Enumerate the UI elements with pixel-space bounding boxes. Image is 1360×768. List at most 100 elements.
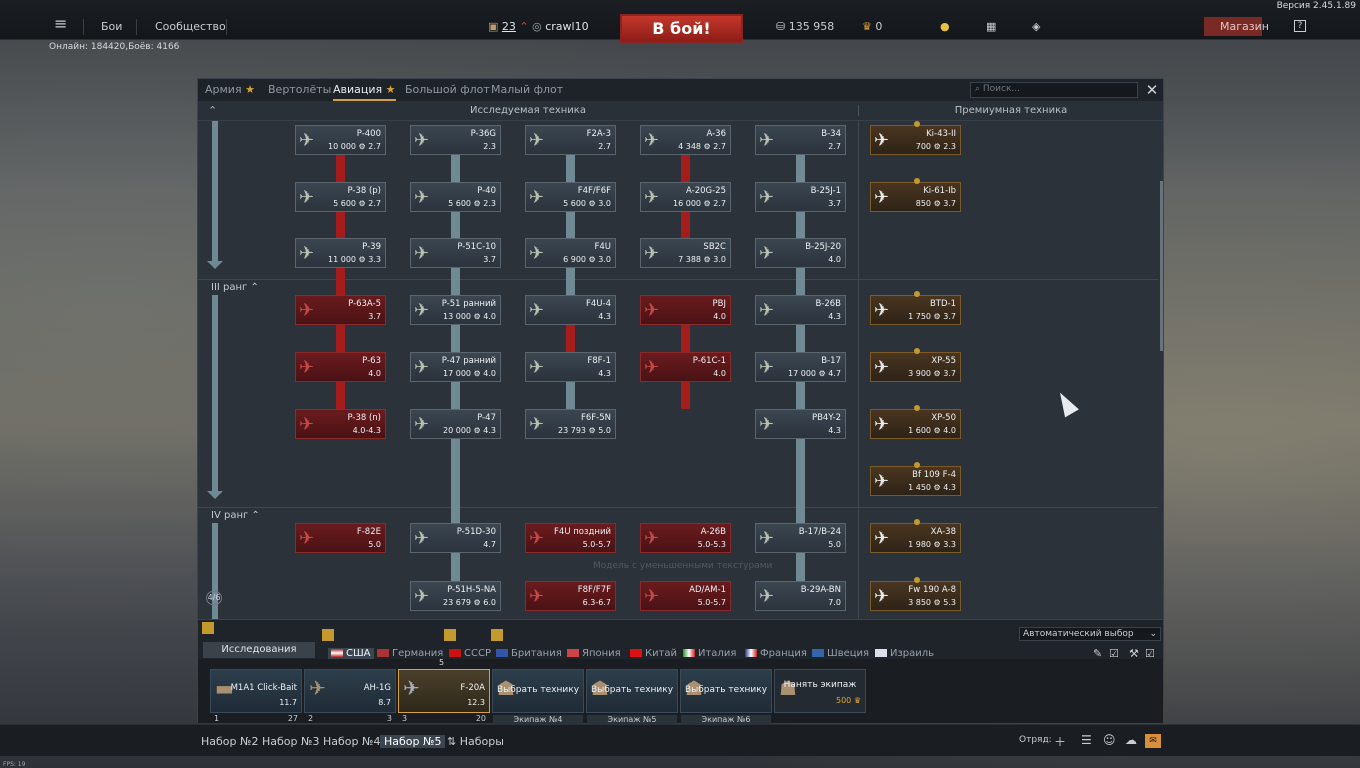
crew-slot-selected[interactable]: 5 ✈ F-20A 12.3 3 20 bbox=[398, 658, 490, 723]
vehicle-card[interactable]: ✈ P-39 11 000 ⚙ 3.3 bbox=[295, 238, 386, 268]
vehicle-card[interactable]: ✈ P-47 ранний 17 000 ⚙ 4.0 bbox=[410, 352, 501, 382]
crew-slot[interactable]: ✈ AH-1G 8.7 2 3 bbox=[304, 669, 396, 723]
close-button[interactable]: ✕ bbox=[1142, 80, 1162, 100]
preset-4[interactable]: Набор №4 bbox=[323, 735, 380, 748]
vehicle-card[interactable]: ✈ B-34 2.7 bbox=[755, 125, 846, 155]
vehicle-card[interactable]: ✈ P-40 5 600 ⚙ 2.3 bbox=[410, 182, 501, 212]
vehicle-card[interactable]: ✈ P-38 (n) 4.0-4.3 bbox=[295, 409, 386, 439]
nation-japan[interactable]: Япония bbox=[567, 648, 621, 659]
nation-sweden[interactable]: Швеция bbox=[812, 648, 869, 659]
vehicle-card[interactable]: ✈ P-51H-5-NA 23 679 ⚙ 6.0 bbox=[410, 581, 501, 611]
vehicle-card[interactable]: ✈ Ki-61-Ib 850 ⚙ 3.7 bbox=[870, 178, 961, 212]
vehicle-card[interactable]: ✈ F2A-3 2.7 bbox=[525, 125, 616, 155]
silver-balance[interactable]: ⛁ 135 958 bbox=[776, 20, 834, 33]
nation-britain[interactable]: Британия bbox=[496, 648, 562, 659]
profile[interactable]: ▣ 23 ⌃ ◎ crawl10 bbox=[488, 20, 589, 33]
nation-ussr[interactable]: СССР bbox=[449, 648, 491, 659]
vehicle-card[interactable]: ✈ P-36G 2.3 bbox=[410, 125, 501, 155]
menu-icon[interactable]: ≡ bbox=[54, 14, 67, 33]
community-menu[interactable]: Сообщество bbox=[155, 20, 226, 33]
vehicle-card[interactable]: ✈ Ki-43-II 700 ⚙ 2.3 bbox=[870, 121, 961, 155]
vehicle-card[interactable]: ✈ F4U поздний 5.0-5.7 bbox=[525, 523, 616, 553]
presets-button[interactable]: ⇅ Наборы bbox=[447, 735, 504, 748]
vehicle-card[interactable]: ✈ BTD-1 1 750 ⚙ 3.7 bbox=[870, 291, 961, 325]
shop-button[interactable]: Магазин bbox=[1204, 17, 1269, 36]
vehicle-card[interactable]: ✈ SB2C 7 388 ⚙ 3.0 bbox=[640, 238, 731, 268]
preset-3[interactable]: Набор №3 bbox=[262, 735, 319, 748]
help-button[interactable]: ? bbox=[1294, 20, 1306, 32]
mail-icon[interactable]: ✉ bbox=[1145, 734, 1161, 748]
vehicle-card[interactable]: ✈ P-400 10 000 ⚙ 2.7 bbox=[295, 125, 386, 155]
tab-army[interactable]: Армия ★ bbox=[205, 83, 255, 96]
battle-button[interactable]: В бой! bbox=[620, 14, 743, 43]
vehicle-card[interactable]: ✈ B-17/B-24 5.0 bbox=[755, 523, 846, 553]
unlocks-icon[interactable]: ▦ bbox=[986, 20, 996, 33]
tab-helicopters[interactable]: Вертолёты bbox=[268, 83, 331, 96]
friends-icon[interactable]: ☺ bbox=[1103, 733, 1116, 747]
nation-italy[interactable]: Италия bbox=[683, 648, 736, 659]
crew-slot[interactable]: ▬ M1A1 Click-Bait 11.7 1 27 bbox=[210, 669, 302, 723]
crew-slot[interactable]: ☗ Выбрать технику Экипаж №4 bbox=[492, 669, 584, 724]
rank-label[interactable]: IV ранг ⌃ bbox=[211, 510, 260, 521]
vehicle-card[interactable]: ✈ Fw 190 A-8 3 850 ⚙ 5.3 bbox=[870, 577, 961, 611]
vehicle-card[interactable]: ✈ A-20G-25 16 000 ⚙ 2.7 bbox=[640, 182, 731, 212]
vehicle-card[interactable]: ✈ B-17 17 000 ⚙ 4.7 bbox=[755, 352, 846, 382]
hire-crew-slot[interactable]: ☗ Нанять экипаж 500 ♛ bbox=[774, 669, 866, 713]
vehicle-card[interactable]: ✈ B-25J-1 3.7 bbox=[755, 182, 846, 212]
list-icon[interactable]: ☰ bbox=[1081, 733, 1092, 747]
vehicle-card[interactable]: ✈ P-51 ранний 13 000 ⚙ 4.0 bbox=[410, 295, 501, 325]
vehicle-card[interactable]: ✈ P-63A-5 3.7 bbox=[295, 295, 386, 325]
gold-balance[interactable]: ♛ 0 bbox=[862, 20, 882, 33]
auto-select-dropdown[interactable]: Автоматический выбор ⌄ bbox=[1019, 627, 1161, 641]
vehicle-card[interactable]: ✈ F4F/F6F 5 600 ⚙ 3.0 bbox=[525, 182, 616, 212]
vehicle-card[interactable]: ✈ A-26B 5.0-5.3 bbox=[640, 523, 731, 553]
vehicle-card[interactable]: ✈ XP-55 3 900 ⚙ 3.7 bbox=[870, 348, 961, 382]
vehicle-stats: 5 600 ⚙ 2.7 bbox=[333, 199, 381, 208]
vehicle-card[interactable]: ✈ B-25J-20 4.0 bbox=[755, 238, 846, 268]
chat-icon[interactable]: ☁ bbox=[1125, 733, 1137, 747]
crew-slot[interactable]: ☗ Выбрать технику Экипаж №6 bbox=[680, 669, 772, 724]
vehicle-card[interactable]: ✈ F8F/F7F 6.3-6.7 bbox=[525, 581, 616, 611]
wagers-icon[interactable]: ◈ bbox=[1032, 20, 1040, 33]
lightbulb-icon[interactable]: ● bbox=[940, 20, 950, 33]
tree-scrollbar[interactable] bbox=[1160, 181, 1163, 351]
add-squad-icon[interactable]: ＋ bbox=[1054, 733, 1066, 750]
tab-coastal-fleet[interactable]: Малый флот bbox=[491, 83, 563, 96]
vehicle-card[interactable]: ✈ PB4Y-2 4.3 bbox=[755, 409, 846, 439]
vehicle-name: SB2C bbox=[703, 242, 726, 252]
vehicle-card[interactable]: ✈ XA-38 1 980 ⚙ 3.3 bbox=[870, 519, 961, 553]
tab-aviation[interactable]: Авиация ★ bbox=[333, 83, 396, 101]
nation-germany[interactable]: Германия bbox=[377, 648, 443, 659]
vehicle-card[interactable]: ✈ P-51D-30 4.7 bbox=[410, 523, 501, 553]
vehicle-card[interactable]: ✈ P-63 4.0 bbox=[295, 352, 386, 382]
search-input[interactable]: ⌕ Поиск... bbox=[970, 82, 1138, 98]
vehicle-card[interactable]: ✈ B-26B 4.3 bbox=[755, 295, 846, 325]
vehicle-card[interactable]: ✈ F4U-4 4.3 bbox=[525, 295, 616, 325]
vehicle-card[interactable]: ✈ F-82E 5.0 bbox=[295, 523, 386, 553]
battles-menu[interactable]: Бои bbox=[101, 20, 122, 33]
vehicle-card[interactable]: ✈ AD/AM-1 5.0-5.7 bbox=[640, 581, 731, 611]
preset-5[interactable]: Набор №5 bbox=[380, 735, 446, 748]
research-button[interactable]: Исследования bbox=[203, 642, 315, 658]
vehicle-card[interactable]: ✈ P-51C-10 3.7 bbox=[410, 238, 501, 268]
rank-label[interactable]: III ранг ⌃ bbox=[211, 282, 259, 293]
nation-israel[interactable]: Израиль bbox=[875, 648, 934, 659]
nation-china[interactable]: Китай bbox=[630, 648, 677, 659]
vehicle-card[interactable]: ✈ Bf 109 F-4 1 450 ⚙ 4.3 bbox=[870, 462, 961, 496]
nation-france[interactable]: Франция bbox=[745, 648, 807, 659]
vehicle-card[interactable]: ✈ F4U 6 900 ⚙ 3.0 bbox=[525, 238, 616, 268]
vehicle-card[interactable]: ✈ XP-50 1 600 ⚙ 4.0 bbox=[870, 405, 961, 439]
vehicle-card[interactable]: ✈ B-29A-BN 7.0 bbox=[755, 581, 846, 611]
preset-2[interactable]: Набор №2 bbox=[201, 735, 258, 748]
nation-usa[interactable]: США bbox=[328, 648, 374, 661]
vehicle-card[interactable]: ✈ F8F-1 4.3 bbox=[525, 352, 616, 382]
vehicle-card[interactable]: ✈ PBJ 4.0 bbox=[640, 295, 731, 325]
tech-tree-panel: Армия ★ Вертолёты Авиация ★ Большой флот… bbox=[197, 78, 1164, 724]
vehicle-card[interactable]: ✈ A-36 4 348 ⚙ 2.7 bbox=[640, 125, 731, 155]
crew-slot[interactable]: ☗ Выбрать технику Экипаж №5 bbox=[586, 669, 678, 724]
tab-bluewater-fleet[interactable]: Большой флот bbox=[405, 83, 490, 96]
vehicle-card[interactable]: ✈ P-38 (p) 5 600 ⚙ 2.7 bbox=[295, 182, 386, 212]
vehicle-card[interactable]: ✈ P-47 20 000 ⚙ 4.3 bbox=[410, 409, 501, 439]
vehicle-card[interactable]: ✈ P-61C-1 4.0 bbox=[640, 352, 731, 382]
vehicle-card[interactable]: ✈ F6F-5N 23 793 ⚙ 5.0 bbox=[525, 409, 616, 439]
